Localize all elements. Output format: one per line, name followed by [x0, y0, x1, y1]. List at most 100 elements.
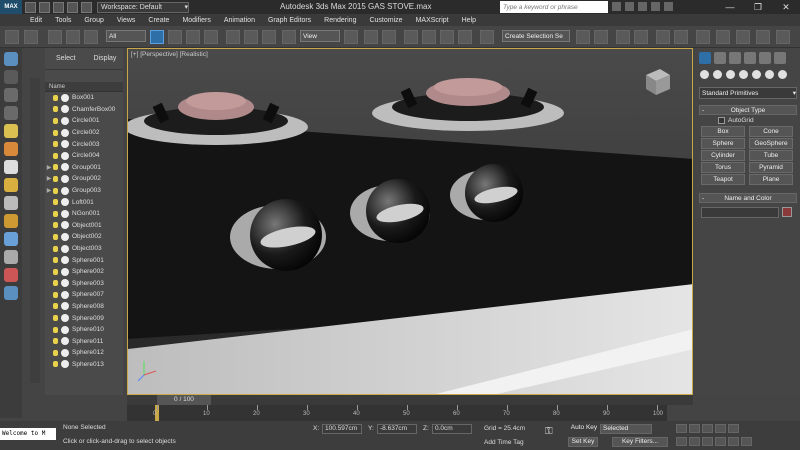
lightbulb-icon[interactable] [53, 175, 58, 182]
menu-create[interactable]: Create [148, 17, 169, 24]
menu-modifiers[interactable]: Modifiers [182, 17, 210, 24]
list-item[interactable]: Sphere003 [45, 278, 123, 290]
primitive-button-pyramid[interactable]: Pyramid [749, 162, 793, 173]
go-to-end-icon[interactable] [728, 424, 739, 433]
lightbulb-icon[interactable] [53, 164, 58, 171]
primitive-button-sphere[interactable]: Sphere [701, 138, 745, 149]
list-item[interactable]: ▶ Group003 [45, 185, 123, 197]
primitive-button-teapot[interactable]: Teapot [701, 174, 745, 185]
list-item[interactable]: Loft001 [45, 196, 123, 208]
motion-icon[interactable] [4, 232, 18, 246]
perspective-viewport[interactable]: [+] [Perspective] [Realistic] [127, 48, 693, 395]
space-warps-icon[interactable] [4, 142, 18, 156]
lights-icon[interactable] [4, 88, 18, 102]
mirror-icon[interactable] [576, 30, 590, 44]
spinner-snap-icon[interactable] [458, 30, 472, 44]
geometry-subtab-icon[interactable] [700, 70, 709, 79]
pan-icon[interactable] [715, 437, 726, 446]
lightbulb-icon[interactable] [53, 361, 58, 368]
graphite-ribbon-icon[interactable] [634, 30, 648, 44]
named-selection-dropdown[interactable]: Create Selection Se [502, 30, 570, 42]
communication-icon[interactable] [638, 2, 647, 11]
lightbulb-icon[interactable] [53, 257, 58, 264]
help-icon[interactable] [664, 2, 673, 11]
app-logo[interactable]: MAX [0, 0, 22, 14]
zoom-icon[interactable] [676, 437, 687, 446]
helpers-subtab-icon[interactable] [752, 70, 761, 79]
primitive-button-geosphere[interactable]: GeoSphere [749, 138, 793, 149]
autogrid-checkbox[interactable]: AutoGrid [718, 117, 800, 124]
maximize-viewport-icon[interactable] [741, 437, 752, 446]
lightbulb-icon[interactable] [53, 303, 58, 310]
systems-subtab-icon[interactable] [778, 70, 787, 79]
zoom-all-icon[interactable] [689, 437, 700, 446]
expand-icon[interactable]: ▶ [45, 175, 53, 182]
rect-region-icon[interactable] [186, 30, 200, 44]
list-item[interactable]: ▶ Group001 [45, 162, 123, 174]
motion-tab-icon[interactable] [744, 52, 756, 64]
menu-edit[interactable]: Edit [30, 17, 42, 24]
list-item[interactable]: Sphere007 [45, 289, 123, 301]
lightbulb-icon[interactable] [53, 141, 58, 148]
explorer-tab-select[interactable]: Select [56, 55, 75, 62]
name-column-header[interactable]: Name [45, 82, 123, 92]
list-item[interactable]: Sphere010 [45, 324, 123, 336]
edit-named-selection-icon[interactable] [480, 30, 494, 44]
search-icon[interactable] [612, 2, 621, 11]
align-icon[interactable] [594, 30, 608, 44]
populate-icon[interactable] [4, 286, 18, 300]
render-production-icon[interactable] [756, 30, 770, 44]
save-file-icon[interactable] [53, 1, 64, 13]
modify-tab-icon[interactable] [714, 52, 726, 64]
orbit-icon[interactable] [728, 437, 739, 446]
favorites-icon[interactable] [651, 2, 660, 11]
list-item[interactable]: NGon001 [45, 208, 123, 220]
lightbulb-icon[interactable] [53, 233, 58, 240]
viewport-label[interactable]: [+] [Perspective] [Realistic] [131, 51, 208, 58]
list-item[interactable]: Sphere012 [45, 347, 123, 359]
curve-editor-icon[interactable] [656, 30, 670, 44]
rotate-icon[interactable] [244, 30, 258, 44]
key-filters-button[interactable]: Key Filters... [612, 437, 668, 447]
systems-icon[interactable] [4, 160, 18, 174]
move-icon[interactable] [226, 30, 240, 44]
shapes-subtab-icon[interactable] [713, 70, 722, 79]
unlink-icon[interactable] [66, 30, 80, 44]
lightbulb-icon[interactable] [53, 291, 58, 298]
primitive-button-box[interactable]: Box [701, 126, 745, 137]
expand-icon[interactable]: ▶ [45, 164, 53, 171]
paint-icon[interactable] [4, 268, 18, 282]
minimize-icon[interactable]: — [716, 0, 744, 14]
list-item[interactable]: Object003 [45, 243, 123, 255]
lightbulb-icon[interactable] [53, 106, 58, 113]
list-item[interactable]: Sphere008 [45, 301, 123, 313]
key-icon[interactable]: ⚿ [545, 426, 553, 437]
y-coordinate[interactable]: -8.637cm [377, 424, 417, 434]
select-by-name-icon[interactable] [168, 30, 182, 44]
time-slider-bar[interactable]: 0 / 100 [127, 395, 693, 405]
list-item[interactable]: ▶ Group002 [45, 173, 123, 185]
lightbulb-icon[interactable] [53, 117, 58, 124]
list-item[interactable]: Circle002 [45, 127, 123, 139]
snaps-toggle-icon[interactable] [404, 30, 418, 44]
explorer-side-strip[interactable] [30, 78, 40, 383]
hierarchy-tab-icon[interactable] [729, 52, 741, 64]
explorer-tab-display[interactable]: Display [93, 55, 116, 62]
primitive-button-cone[interactable]: Cone [749, 126, 793, 137]
go-to-start-icon[interactable] [676, 424, 687, 433]
list-item[interactable]: Object001 [45, 220, 123, 232]
object-name-input[interactable] [701, 206, 779, 218]
search-input[interactable] [500, 1, 608, 13]
window-crossing-icon[interactable] [204, 30, 218, 44]
material-editor-icon[interactable] [696, 30, 710, 44]
hierarchy-icon[interactable] [4, 196, 18, 210]
list-item[interactable]: Circle004 [45, 150, 123, 162]
angle-snap-icon[interactable] [422, 30, 436, 44]
open-file-icon[interactable] [39, 1, 50, 13]
display-tab-icon[interactable] [759, 52, 771, 64]
menu-tools[interactable]: Tools [55, 17, 71, 24]
link-icon[interactable] [48, 30, 62, 44]
redo-icon[interactable] [24, 30, 38, 44]
menu-help[interactable]: Help [462, 17, 476, 24]
primitive-button-torus[interactable]: Torus [701, 162, 745, 173]
